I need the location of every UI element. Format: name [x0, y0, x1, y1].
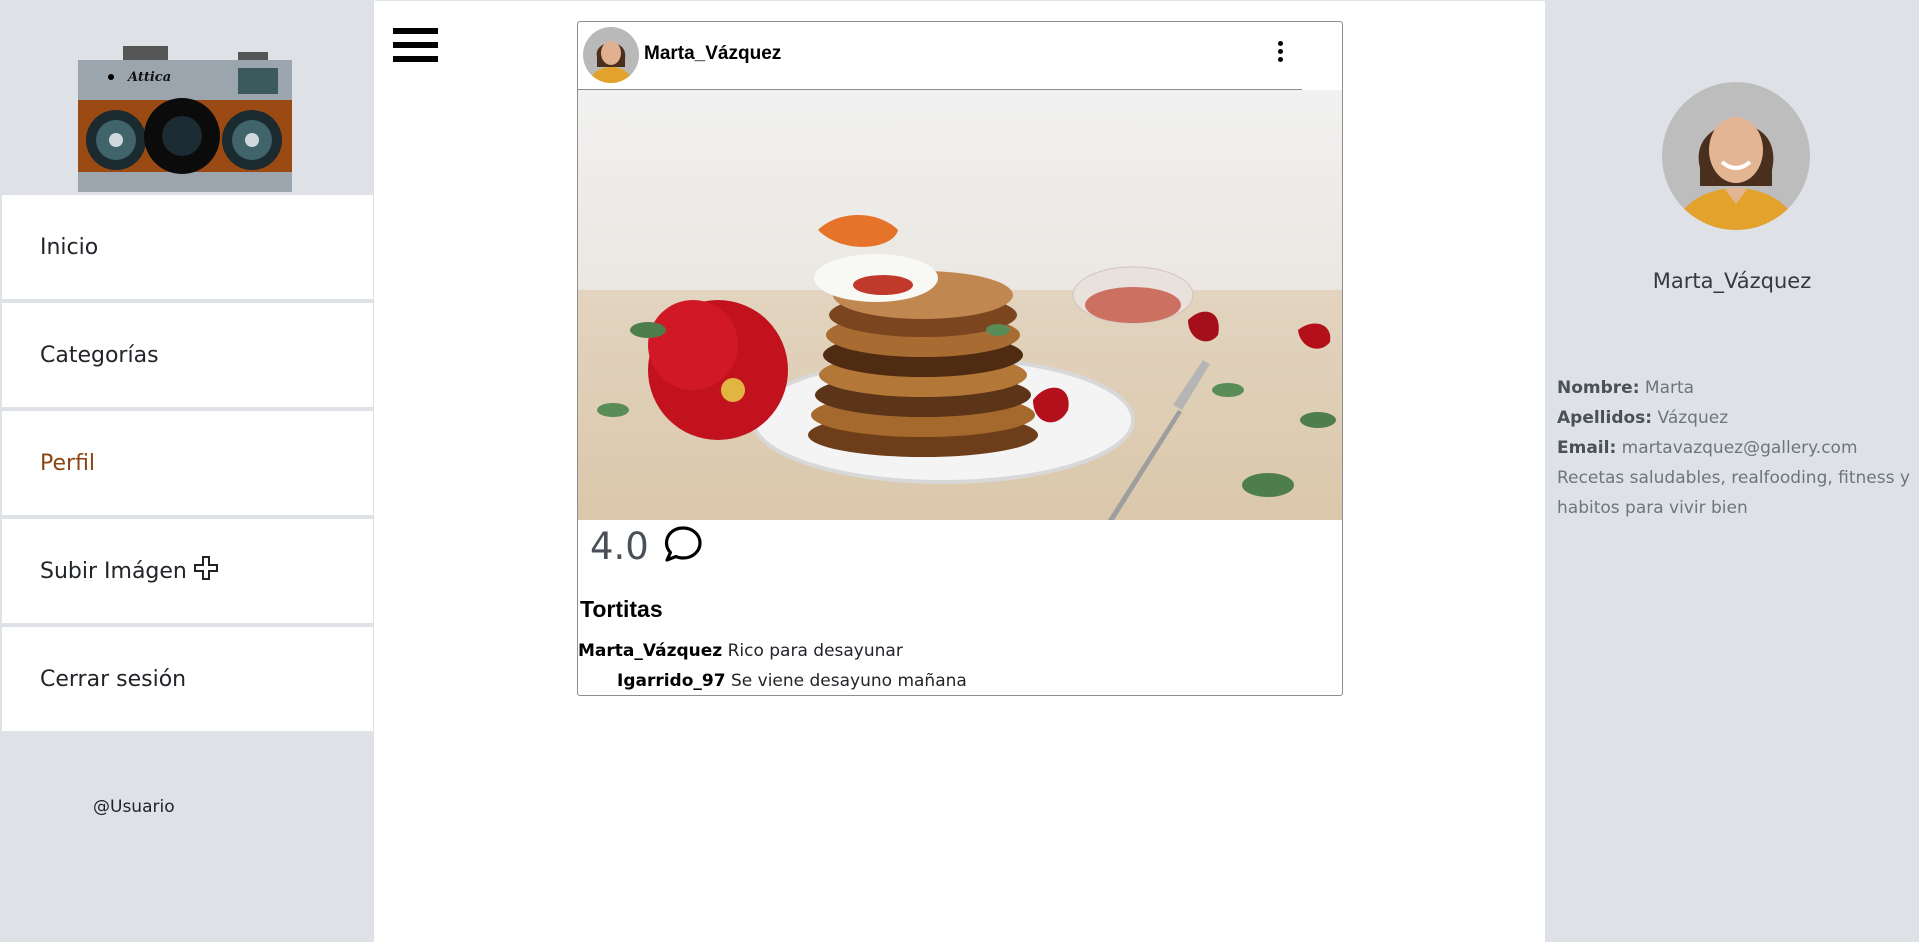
info-apellidos: Apellidos: Vázquez — [1557, 403, 1917, 433]
comment-user[interactable]: Igarrido_97 — [617, 671, 726, 691]
comment-icon[interactable] — [649, 524, 703, 569]
post-avatar[interactable] — [583, 27, 639, 83]
comment-text: Rico para desayunar — [727, 641, 903, 661]
email-value: martavazquez@gallery.com — [1621, 438, 1858, 458]
comment-text: Se viene desayuno mañana — [730, 671, 967, 691]
sidebar-item-label: Categorías — [40, 342, 159, 368]
apellidos-value: Vázquez — [1657, 408, 1729, 428]
more-options-icon[interactable] — [1270, 36, 1290, 66]
main-content: Marta_Vázquez 4.0 Tortitas Marta_Vázquez… — [375, 0, 1545, 942]
logo-text: Attica — [126, 70, 171, 85]
comments-list: Marta_Vázquez Rico para desayunar Igarri… — [578, 636, 967, 696]
rating-row: 4.0 — [590, 522, 703, 570]
comment-item: Marta_Vázquez Rico para desayunar — [578, 636, 967, 666]
sidebar-item-categorias[interactable]: Categorías — [2, 303, 373, 407]
info-bio: Recetas saludables, realfooding, fitness… — [1557, 468, 1910, 518]
post-title: Tortitas — [580, 596, 663, 622]
sidebar-item-inicio[interactable]: Inicio — [2, 195, 373, 299]
sidebar-item-cerrar-sesion[interactable]: Cerrar sesión — [2, 627, 373, 731]
info-nombre: Nombre: Marta — [1557, 373, 1917, 403]
sidebar-item-perfil[interactable]: Perfil — [2, 411, 373, 515]
nombre-label: Nombre: — [1557, 378, 1640, 398]
profile-avatar — [1662, 82, 1810, 230]
sidebar: Attica Inicio Categorías Perfil Subir Im… — [0, 0, 374, 942]
post-card: Marta_Vázquez 4.0 Tortitas Marta_Vázquez… — [577, 21, 1343, 696]
email-label: Email: — [1557, 438, 1617, 458]
sidebar-nav: Inicio Categorías Perfil Subir Imágen Ce… — [2, 195, 373, 735]
post-image[interactable] — [578, 90, 1342, 520]
user-handle: @Usuario — [93, 797, 175, 817]
profile-panel: Marta_Vázquez Nombre: Marta Apellidos: V… — [1545, 0, 1919, 942]
sidebar-item-label: Cerrar sesión — [40, 666, 187, 692]
apellidos-label: Apellidos: — [1557, 408, 1653, 428]
hamburger-menu-icon[interactable] — [393, 28, 438, 62]
sidebar-item-subir-imagen[interactable]: Subir Imágen — [2, 519, 373, 623]
plus-icon — [193, 555, 219, 587]
post-header: Marta_Vázquez — [578, 22, 1302, 90]
comment-item: Igarrido_97 Se viene desayuno mañana — [578, 666, 967, 696]
post-username[interactable]: Marta_Vázquez — [644, 43, 781, 65]
sidebar-item-label: Perfil — [40, 450, 96, 476]
info-email: Email: martavazquez@gallery.com — [1557, 433, 1917, 463]
sidebar-item-label: Inicio — [40, 234, 99, 260]
profile-username: Marta_Vázquez — [1652, 269, 1812, 293]
nombre-value: Marta — [1644, 378, 1695, 398]
profile-info: Nombre: Marta Apellidos: Vázquez Email: … — [1557, 373, 1917, 523]
rating-value: 4.0 — [590, 524, 649, 568]
comment-user[interactable]: Marta_Vázquez — [578, 641, 722, 661]
camera-logo[interactable]: Attica — [78, 44, 292, 192]
sidebar-item-label: Subir Imágen — [40, 558, 187, 584]
